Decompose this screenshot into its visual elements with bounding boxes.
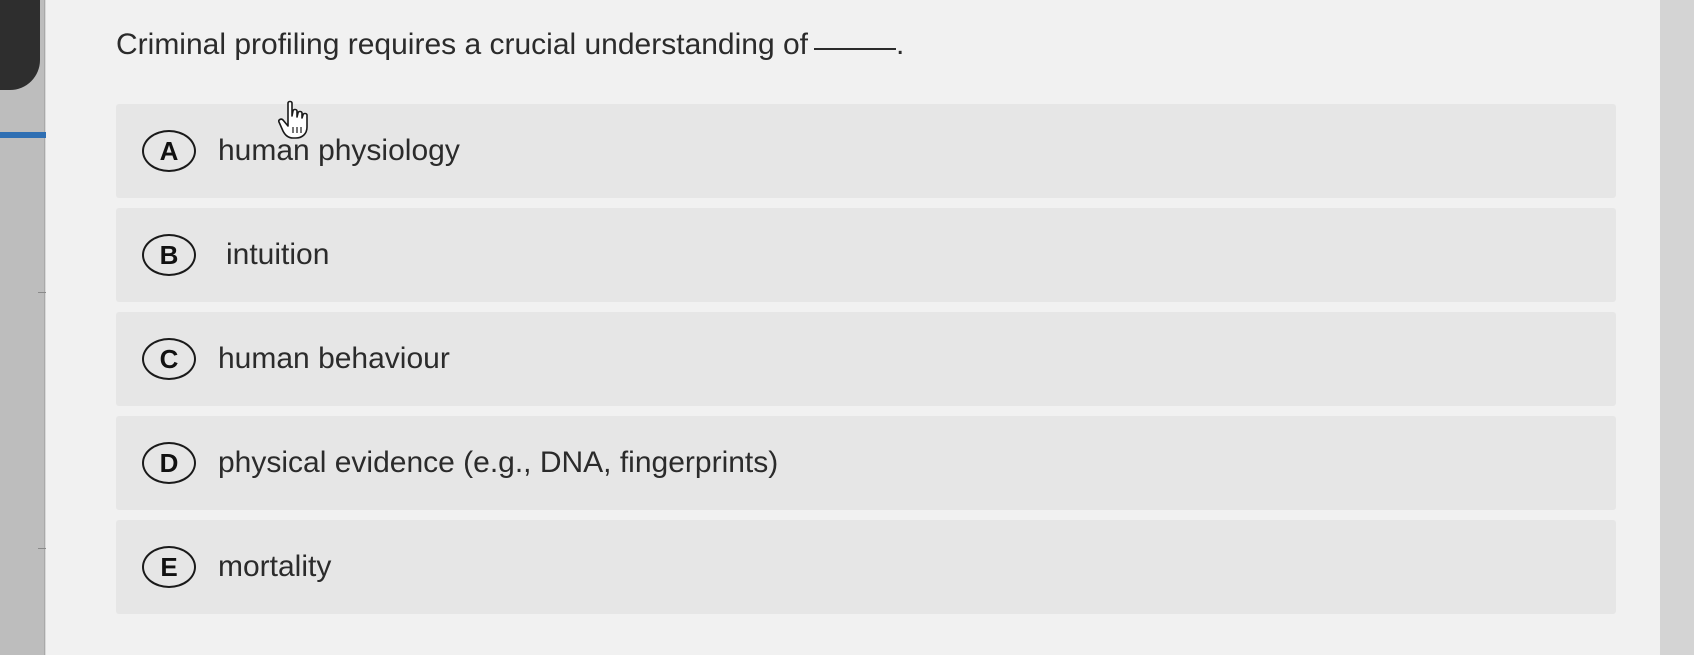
right-panel-edge [1659, 0, 1694, 655]
answer-options: A human physiology B intuition C human b… [116, 104, 1616, 624]
option-letter-badge: E [142, 546, 196, 588]
question-text: Criminal profiling requires a crucial un… [116, 28, 904, 62]
option-b[interactable]: B intuition [116, 208, 1616, 302]
question-blank [814, 48, 897, 50]
option-label: human behaviour [218, 342, 450, 375]
option-letter-badge: C [142, 338, 196, 380]
left-panel-shape [0, 0, 40, 90]
option-d[interactable]: D physical evidence (e.g., DNA, fingerpr… [116, 416, 1616, 510]
option-label: physical evidence (e.g., DNA, fingerprin… [218, 446, 779, 479]
left-panel-accent-bar [0, 132, 47, 138]
hand-pointer-icon [278, 100, 308, 139]
left-panel-edge [0, 0, 45, 655]
option-letter-badge: A [142, 130, 196, 172]
option-letter-badge: D [142, 442, 196, 484]
option-c[interactable]: C human behaviour [116, 312, 1616, 406]
option-letter-badge: B [142, 234, 196, 276]
option-e[interactable]: E mortality [116, 520, 1616, 614]
question-prompt: Criminal profiling requires a crucial un… [116, 28, 809, 61]
option-label: human physiology [218, 134, 460, 167]
option-label: intuition [226, 238, 330, 271]
question-card: Criminal profiling requires a crucial un… [46, 0, 1660, 655]
option-a[interactable]: A human physiology [116, 104, 1616, 198]
question-end: . [896, 28, 905, 61]
option-label: mortality [218, 550, 332, 583]
